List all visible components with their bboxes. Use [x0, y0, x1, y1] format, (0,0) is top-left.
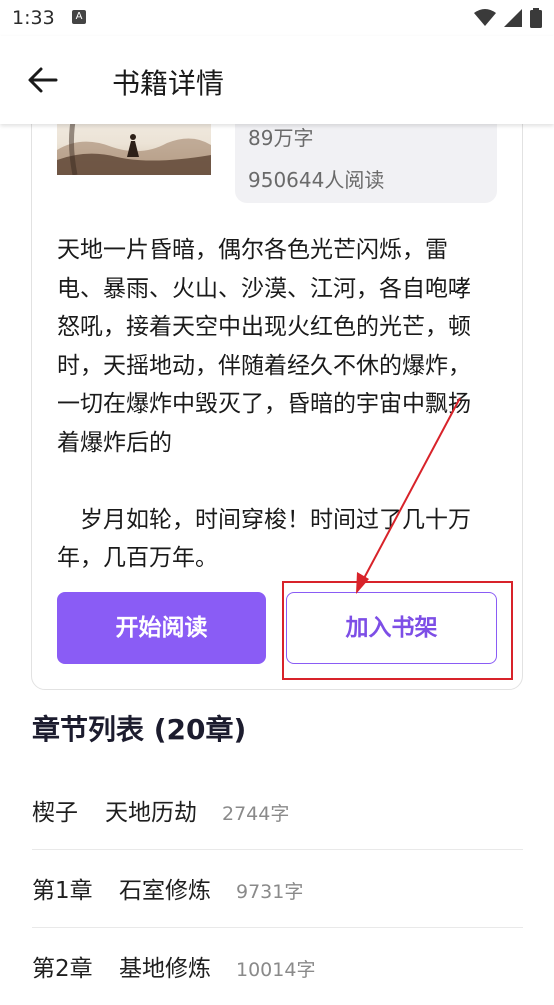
chapter-number: 楔子: [32, 800, 78, 826]
word-count: 89万字: [248, 126, 314, 150]
battery-icon: [530, 8, 542, 28]
a-notification-icon: A: [72, 10, 86, 24]
chapter-title: 天地历劫: [105, 800, 197, 826]
signal-icon: [504, 9, 522, 27]
chapter-word-count: 10014字: [236, 959, 316, 981]
back-arrow-icon[interactable]: [26, 63, 60, 97]
chapter-number: 第2章: [32, 956, 93, 982]
page-title: 书籍详情: [112, 67, 225, 100]
chapter-row[interactable]: 第1章 石室修炼 9731字: [32, 849, 523, 928]
status-bar: 1:33 A: [0, 0, 554, 36]
chapter-title: 基地修炼: [119, 956, 211, 982]
chapter-row[interactable]: 第2章 基地修炼 10014字: [32, 927, 523, 1005]
chapter-row[interactable]: 楔子 天地历劫 2744字: [32, 771, 523, 850]
book-summary: 天地一片昏暗，偶尔各色光芒闪烁，雷电、暴雨、火山、沙漠、江河，各自咆哮怒吼，接着…: [57, 237, 471, 571]
add-to-shelf-button[interactable]: 加入书架: [286, 592, 497, 664]
status-icons: [474, 8, 542, 28]
start-reading-button[interactable]: 开始阅读: [57, 592, 266, 664]
chapter-title: 石室修炼: [119, 878, 211, 904]
wifi-icon: [474, 9, 496, 26]
chapter-word-count: 2744字: [222, 803, 290, 825]
chapter-list-heading: 章节列表 (20章): [32, 713, 247, 746]
chapter-word-count: 9731字: [236, 881, 304, 903]
reader-count: 950644人阅读: [248, 168, 385, 192]
chapter-number: 第1章: [32, 878, 93, 904]
status-time: 1:33: [12, 7, 55, 29]
app-bar: 书籍详情: [0, 36, 554, 124]
